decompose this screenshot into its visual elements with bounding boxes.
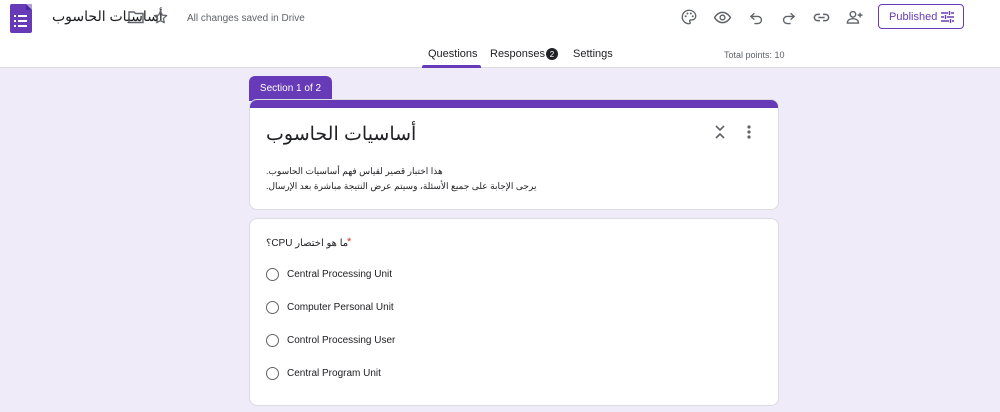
published-label: Published: [889, 10, 938, 23]
forms-app-icon[interactable]: [10, 4, 32, 33]
option-1[interactable]: Central Processing Unit: [266, 266, 392, 282]
tab-settings[interactable]: Settings: [573, 48, 613, 60]
active-tab-indicator: [422, 65, 481, 68]
total-points: Total points: 10: [724, 50, 785, 60]
option-label: Control Processing User: [287, 334, 396, 346]
question-title: ما هو اختصار CPU؟: [266, 238, 349, 249]
section-label: Section 1 of 2: [249, 76, 332, 101]
responses-count-badge: 2: [546, 48, 558, 60]
top-bar: أساسيات الحاسوب All changes saved in Dri…: [0, 0, 1000, 68]
form-tabs: Questions Responses 2 Settings Total poi…: [0, 44, 1000, 68]
description-line-2: يرجى الإجابة على جميع الأسئلة، وسيتم عرض…: [266, 181, 537, 191]
preview-icon[interactable]: [711, 6, 733, 28]
option-2[interactable]: Computer Personal Unit: [266, 299, 394, 315]
form-title[interactable]: أساسيات الحاسوب: [266, 123, 416, 146]
link-icon[interactable]: [810, 6, 832, 28]
more-options-icon[interactable]: [746, 124, 752, 145]
palette-icon[interactable]: [678, 6, 700, 28]
option-label: Computer Personal Unit: [287, 301, 394, 313]
radio-button[interactable]: [266, 366, 279, 380]
option-3[interactable]: Control Processing User: [266, 332, 395, 348]
redo-icon[interactable]: [777, 6, 799, 28]
option-label: Central Program Unit: [287, 367, 381, 379]
form-title-card[interactable]: أساسيات الحاسوب هذا اختبار قصير لقياس فه…: [249, 99, 779, 210]
description-line-1: هذا اختبار قصير لقياس فهم أساسيات الحاسو…: [266, 166, 443, 176]
star-icon[interactable]: [152, 9, 169, 31]
question-card[interactable]: ما هو اختصار CPU؟ * Central Processing U…: [249, 218, 779, 406]
undo-icon[interactable]: [745, 6, 767, 28]
section-color-strip: [250, 100, 778, 108]
document-title[interactable]: أساسيات الحاسوب: [52, 8, 163, 25]
radio-button[interactable]: [266, 300, 279, 314]
required-asterisk: *: [347, 236, 352, 248]
radio-button[interactable]: [266, 267, 279, 281]
published-button[interactable]: Published: [878, 4, 964, 29]
collapse-section-icon[interactable]: [713, 124, 727, 145]
add-collaborator-icon[interactable]: [843, 6, 865, 28]
radio-button[interactable]: [266, 333, 279, 347]
option-label: Central Processing Unit: [287, 268, 393, 280]
option-4[interactable]: Central Program Unit: [266, 365, 381, 381]
tune-icon: [940, 10, 955, 27]
folder-icon[interactable]: [128, 10, 144, 29]
tab-questions[interactable]: Questions: [428, 48, 478, 60]
form-description[interactable]: هذا اختبار قصير لقياس فهم أساسيات الحاسو…: [266, 164, 536, 194]
save-status: All changes saved in Drive: [187, 13, 305, 24]
tab-responses[interactable]: Responses: [490, 48, 545, 60]
